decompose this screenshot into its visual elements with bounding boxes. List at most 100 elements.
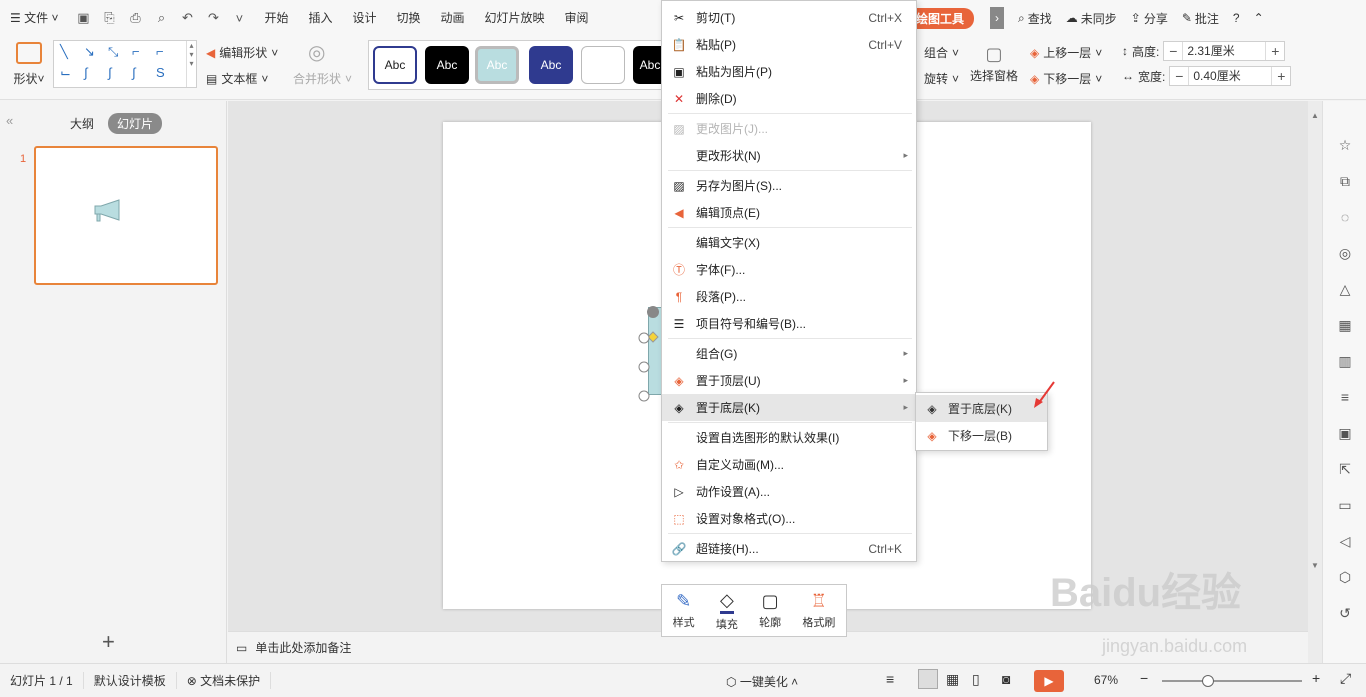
height-input[interactable]: 2.31厘米 — [1182, 42, 1267, 60]
copy-icon[interactable]: ⧉ — [1335, 171, 1355, 191]
height-decrease-button[interactable]: − — [1164, 43, 1182, 59]
presenter-icon[interactable]: ◙ — [1002, 671, 1010, 687]
help-button[interactable]: ? — [1233, 11, 1240, 25]
box-icon[interactable]: ▭ — [1335, 495, 1355, 515]
normal-view-icon[interactable] — [918, 669, 938, 689]
sync-button[interactable]: ☁ 未同步 — [1066, 10, 1117, 27]
zoom-out-icon[interactable]: − — [1140, 670, 1148, 686]
redo-icon[interactable]: ↷ — [204, 9, 222, 27]
resize-handle[interactable] — [638, 390, 650, 402]
elbow-icon[interactable]: ⌐ — [132, 44, 140, 59]
adjust-handle[interactable] — [647, 331, 659, 343]
chart-icon[interactable]: ▥ — [1335, 351, 1355, 371]
preview-icon[interactable]: ⌕ — [152, 9, 170, 27]
tab-review[interactable]: 审阅 — [555, 0, 599, 36]
menu-item-font[interactable]: Ⓣ 字体(F)... — [662, 256, 916, 283]
menu-item-group[interactable]: 组合(G) ▸ — [662, 340, 916, 367]
zoom-slider[interactable] — [1162, 675, 1302, 687]
zoom-in-icon[interactable]: + — [1312, 670, 1320, 686]
arrow-line-icon[interactable]: ↘ — [84, 44, 95, 60]
location-icon[interactable]: ◎ — [1335, 243, 1355, 263]
tab-slideshow[interactable]: 幻灯片放映 — [475, 0, 555, 36]
tab-insert[interactable]: 插入 — [298, 0, 342, 36]
scroll-up-icon[interactable]: ▲ — [1311, 111, 1319, 120]
collapse-panel-icon[interactable]: « — [6, 113, 13, 128]
settings-icon[interactable]: ≡ — [1335, 387, 1355, 407]
freeform-icon[interactable]: S — [156, 65, 165, 80]
height-increase-button[interactable]: + — [1266, 43, 1284, 59]
shape-button[interactable]: 形状˅ — [10, 42, 48, 87]
text-box-button[interactable]: ▤ 文本框 ˅ — [206, 70, 268, 87]
menu-item-send-to-back[interactable]: ◈ 置于底层(K) ▸ — [662, 394, 916, 421]
menu-item-format-object[interactable]: ⬚ 设置对象格式(O)... — [662, 505, 916, 532]
undo-icon[interactable]: ↶ — [178, 9, 196, 27]
curve-arrow-icon[interactable]: ∫ — [108, 65, 112, 80]
rotate-handle-icon[interactable] — [647, 306, 659, 318]
tab-design[interactable]: 设计 — [342, 0, 386, 36]
fill-button[interactable]: ◇ 填充 — [716, 590, 738, 632]
fit-window-icon[interactable]: ⤢ — [1340, 670, 1351, 687]
menu-item-hyperlink[interactable]: 🔗 超链接(H)... Ctrl+K — [662, 535, 916, 562]
menu-item-paragraph[interactable]: ¶ 段落(P)... — [662, 283, 916, 310]
slide-thumbnail[interactable] — [34, 146, 218, 285]
elbow-arrow-icon[interactable]: ⌐ — [156, 44, 164, 59]
menu-item-set-default[interactable]: 设置自选图形的默认效果(I) — [662, 424, 916, 451]
image-icon[interactable]: ▣ — [1335, 423, 1355, 443]
menu-item-action-settings[interactable]: ▷ 动作设置(A)... — [662, 478, 916, 505]
reading-view-icon[interactable]: ▯ — [972, 671, 980, 688]
width-increase-button[interactable]: + — [1272, 68, 1290, 84]
menu-item-cut[interactable]: ✂ 剪切(T) Ctrl+X — [662, 4, 916, 31]
file-menu[interactable]: ☰ 文件 ˅ — [0, 0, 68, 36]
tab-outline[interactable]: 大纲 — [70, 115, 94, 132]
curve-icon[interactable]: ∫ — [84, 65, 88, 80]
notes-toggle-icon[interactable]: ≡ — [886, 671, 894, 687]
star-icon[interactable]: ☆ — [1335, 135, 1355, 155]
resize-handle[interactable] — [638, 332, 650, 344]
style-sample-5[interactable] — [581, 46, 625, 84]
menu-item-edit-points[interactable]: ◀ 编辑顶点(E) — [662, 199, 916, 226]
style-sample-2[interactable]: Abc — [425, 46, 469, 84]
submenu-item-send-to-back[interactable]: ◈ 置于底层(K) — [916, 395, 1047, 422]
menu-item-delete[interactable]: ✕ 删除(D) — [662, 85, 916, 112]
more-tabs-button[interactable]: › — [990, 7, 1004, 29]
width-decrease-button[interactable]: − — [1170, 68, 1188, 84]
edit-shape-button[interactable]: ◀ 编辑形状 ˅ — [206, 44, 278, 61]
zoom-slider-thumb[interactable] — [1202, 675, 1214, 687]
style-sample-3[interactable]: Abc — [475, 46, 519, 84]
customize-icon[interactable]: ˅ — [230, 9, 248, 27]
tab-start[interactable]: 开始 — [254, 0, 298, 36]
menu-item-bullets[interactable]: ☰ 项目符号和编号(B)... — [662, 310, 916, 337]
outline-button[interactable]: ▢ 轮廓 — [759, 591, 781, 630]
menu-item-custom-animation[interactable]: ✩ 自定义动画(M)... — [662, 451, 916, 478]
menu-item-paste[interactable]: 📋 粘贴(P) Ctrl+V — [662, 31, 916, 58]
menu-item-edit-text[interactable]: 编辑文字(X) — [662, 229, 916, 256]
resize-handle[interactable] — [638, 361, 650, 373]
menu-item-bring-to-front[interactable]: ◈ 置于顶层(U) ▸ — [662, 367, 916, 394]
line-shapes-gallery[interactable]: ╲ ↘ ⤡ ⌐ ⌐ ⌙ ∫ ∫ ∫ S ▴ ▾ ▾ — [53, 40, 197, 88]
search-button[interactable]: ⌕ 查找 — [1018, 10, 1052, 27]
output-icon[interactable]: ⎘ — [100, 9, 118, 27]
bring-forward-button[interactable]: ◈ 上移一层 ˅ — [1030, 44, 1102, 61]
tab-slides[interactable]: 幻灯片 — [108, 113, 163, 134]
width-stepper[interactable]: − 0.40厘米 + — [1169, 66, 1292, 86]
style-button[interactable]: ✎ 样式 — [673, 591, 695, 630]
submenu-item-send-backward[interactable]: ◈ 下移一层(B) — [916, 422, 1047, 449]
height-stepper[interactable]: − 2.31厘米 + — [1163, 41, 1286, 61]
comment-button[interactable]: ✎ 批注 — [1182, 10, 1219, 27]
history-icon[interactable]: ↺ — [1335, 603, 1355, 623]
template-name[interactable]: 默认设计模板 — [84, 672, 177, 689]
style-sample-1[interactable]: Abc — [373, 46, 417, 84]
protect-status[interactable]: ⊗ 文档未保护 — [177, 672, 272, 689]
menu-item-change-shape[interactable]: 更改形状(N) ▸ — [662, 142, 916, 169]
grid-icon[interactable]: ▦ — [1335, 315, 1355, 335]
rotate-button[interactable]: 旋转 ˅ — [924, 70, 959, 87]
tab-animation[interactable]: 动画 — [431, 0, 475, 36]
elbow-double-icon[interactable]: ⌙ — [60, 65, 71, 81]
share-button[interactable]: ⇪ 分享 — [1131, 10, 1168, 27]
width-input[interactable]: 0.40厘米 — [1188, 67, 1273, 85]
fill-icon[interactable]: △ — [1335, 279, 1355, 299]
menu-item-paste-as-picture[interactable]: ▣ 粘贴为图片(P) — [662, 58, 916, 85]
beautify-button[interactable]: ⬡ 一键美化 ˄ — [726, 673, 798, 690]
curve-double-icon[interactable]: ∫ — [132, 65, 136, 80]
shield-icon[interactable]: ⬡ — [1335, 567, 1355, 587]
